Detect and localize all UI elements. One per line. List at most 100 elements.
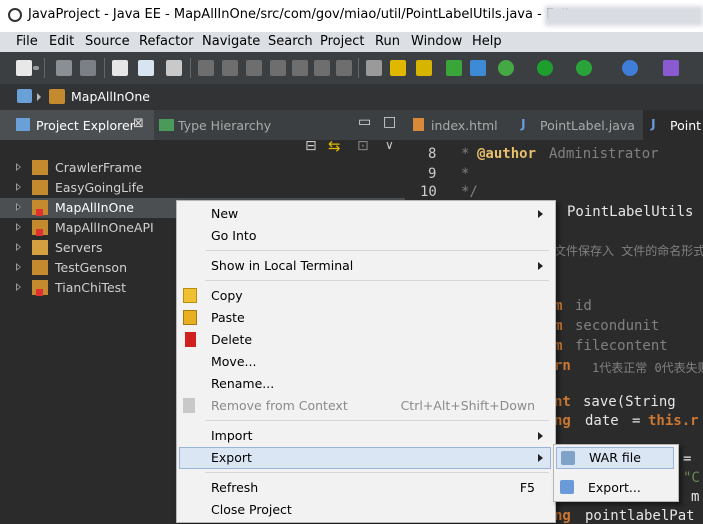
menu-edit[interactable]: Edit [49, 34, 74, 49]
skip-breakpoints-icon[interactable] [166, 60, 182, 76]
close-icon[interactable]: ⊠ [133, 116, 144, 131]
eclipse-logo-icon [8, 8, 22, 22]
menu-item-export[interactable]: Export [179, 447, 551, 469]
hierarchy-icon [159, 119, 174, 131]
expand-arrow-icon[interactable] [16, 283, 21, 291]
paste-icon [183, 310, 197, 325]
menu-file[interactable]: File [16, 34, 38, 49]
comment-star: * [461, 146, 470, 162]
tab-pointlabel-java[interactable]: J PointLabel.java [521, 110, 635, 140]
menu-item-new[interactable]: New [179, 203, 551, 225]
step-over-icon[interactable] [314, 60, 330, 76]
chinese-comment: 文件保存入 文件的命名形式 [554, 244, 703, 258]
menu-item-move[interactable]: Move... [179, 351, 551, 373]
menu-item-rename[interactable]: Rename... [179, 373, 551, 395]
menu-separator [205, 280, 549, 281]
title-bar: JavaProject - Java EE - MapAllInOne/src/… [0, 0, 703, 32]
code-fragment: m [691, 489, 700, 505]
export-icon [560, 480, 574, 494]
debug-icon[interactable] [498, 60, 514, 76]
menu-project[interactable]: Project [320, 34, 364, 49]
submenu-arrow-icon [538, 432, 543, 440]
project-icon [49, 89, 65, 104]
suspend-icon[interactable] [222, 60, 238, 76]
focus-icon[interactable]: ⊡ [357, 138, 369, 154]
tab-type-hierarchy[interactable]: Type Hierarchy [156, 110, 272, 140]
expand-arrow-icon[interactable] [16, 203, 21, 211]
project-item[interactable]: CrawlerFrame [0, 158, 405, 178]
menu-window[interactable]: Window [411, 34, 462, 49]
menu-source[interactable]: Source [85, 34, 130, 49]
toolbar-separator [358, 58, 359, 78]
save-icon[interactable] [56, 60, 72, 76]
folder-icon[interactable] [17, 89, 32, 103]
menu-item-copy[interactable]: Copy [179, 285, 551, 307]
keyword-fragment: ng [554, 508, 571, 524]
menu-item-import[interactable]: Import [179, 425, 551, 447]
tab-label: Project Explorer [36, 118, 135, 133]
expand-arrow-icon[interactable] [16, 223, 21, 231]
web-browser-icon[interactable] [470, 60, 486, 76]
menu-navigate[interactable]: Navigate [202, 34, 260, 49]
param-name: secondunit [575, 318, 660, 334]
submenu-item-war-file[interactable]: WAR file [556, 447, 674, 469]
tab-pointlabelutils-active[interactable]: J Point [643, 110, 703, 140]
tab-label: Type Hierarchy [178, 118, 272, 133]
menu-item-close-project[interactable]: Close Project [179, 499, 551, 521]
menu-item-refresh[interactable]: Refresh F5 [179, 477, 551, 499]
menu-refactor[interactable]: Refactor [139, 34, 194, 49]
menu-item-delete[interactable]: Delete [179, 329, 551, 351]
string-literal: "C [683, 470, 700, 486]
menu-search[interactable]: Search [268, 34, 313, 49]
submenu-item-export[interactable]: Export... [556, 477, 674, 499]
expand-arrow-icon[interactable] [16, 263, 21, 271]
tab-index-html[interactable]: index.html [413, 110, 513, 140]
run-external-tool-icon[interactable] [576, 60, 592, 76]
step-into-icon[interactable] [292, 60, 308, 76]
error-badge-icon [36, 229, 43, 236]
breadcrumb-project[interactable]: MapAllInOne [71, 89, 150, 104]
menu-run[interactable]: Run [375, 34, 400, 49]
disconnect-icon[interactable] [270, 60, 286, 76]
open-type-icon[interactable] [112, 60, 128, 76]
submenu-arrow-icon [538, 454, 543, 462]
word-wrap-icon[interactable] [366, 60, 382, 76]
tab-project-explorer[interactable]: Project Explorer ⊠ [0, 110, 154, 140]
expand-arrow-icon[interactable] [16, 163, 21, 171]
minimize-icon[interactable]: ▭ [358, 114, 371, 130]
menu-help[interactable]: Help [472, 34, 502, 49]
menu-item-remove-from-context[interactable]: Remove from Context Ctrl+Alt+Shift+Down [179, 395, 551, 417]
expand-arrow-icon[interactable] [16, 243, 21, 251]
error-badge-icon [36, 289, 43, 296]
step-return-icon[interactable] [336, 60, 352, 76]
expand-arrow-icon[interactable] [16, 183, 21, 191]
view-menu-icon[interactable]: ∨ [385, 138, 394, 152]
toolbar-separator [104, 58, 105, 78]
new-icon[interactable] [16, 60, 32, 76]
collapse-all-icon[interactable]: ⊟ [305, 138, 317, 154]
link-with-editor-icon[interactable]: ⇆ [328, 137, 341, 155]
terminal-icon[interactable] [138, 60, 154, 76]
toggle-mark-occurrences-icon[interactable] [390, 60, 406, 76]
keyword-fragment: nt [554, 394, 571, 410]
resume-icon[interactable] [198, 60, 214, 76]
copy-icon [183, 288, 197, 303]
menu-item-paste[interactable]: Paste [179, 307, 551, 329]
new-java-project-icon[interactable] [622, 60, 638, 76]
run-icon[interactable] [537, 60, 553, 76]
terminate-icon[interactable] [246, 60, 262, 76]
new-dropdown-icon[interactable] [33, 66, 39, 70]
menu-item-show-in-local-terminal[interactable]: Show in Local Terminal [179, 255, 551, 277]
operator: = [683, 451, 692, 467]
toggle-block-selection-icon[interactable] [416, 60, 432, 76]
project-item[interactable]: EasyGoingLife [0, 178, 405, 198]
project-explorer-icon [16, 118, 30, 131]
menu-bar: File Edit Source Refactor Navigate Searc… [0, 32, 703, 52]
method-signature: save(String [583, 394, 676, 410]
save-all-icon[interactable] [80, 60, 96, 76]
task-repository-icon[interactable] [446, 60, 462, 76]
maximize-icon[interactable]: □ [383, 114, 396, 130]
comment-text: Administrator [549, 146, 659, 162]
new-java-class-icon[interactable] [663, 60, 679, 76]
menu-item-go-into[interactable]: Go Into [179, 225, 551, 247]
